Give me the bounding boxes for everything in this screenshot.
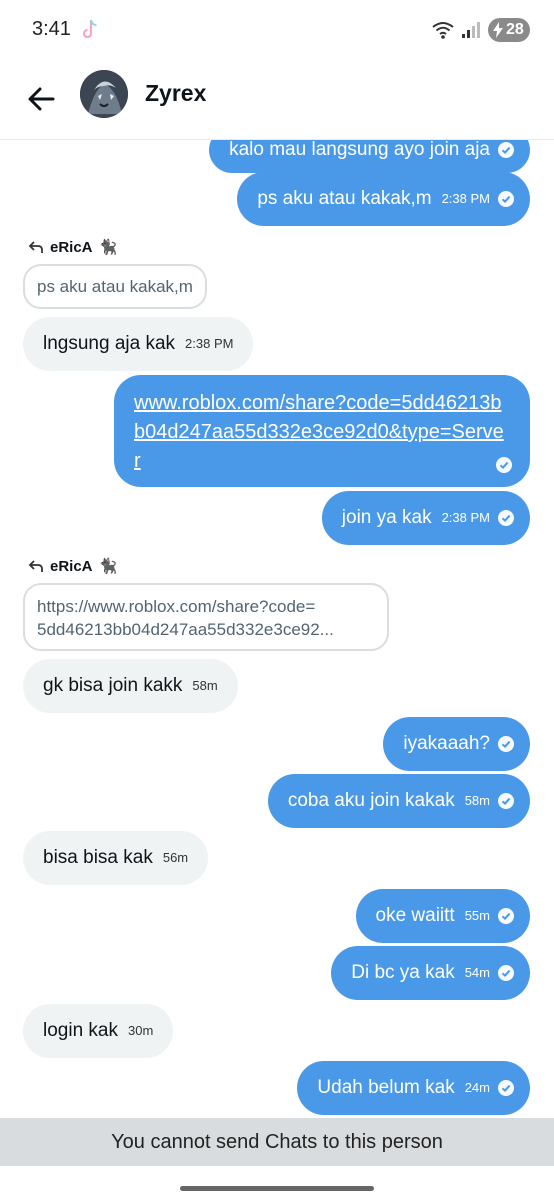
message-text: gk bisa join kakk xyxy=(43,675,183,696)
message-text: oke waiitt xyxy=(375,905,455,926)
quoted-text: 5dd46213bb04d247aa55d332e3ce92... xyxy=(37,620,334,639)
message-time: 2:38 PM xyxy=(441,191,490,206)
contact-name[interactable]: Zyrex xyxy=(145,80,206,107)
avatar[interactable] xyxy=(80,70,128,118)
message-sent[interactable]: iyakaaah? xyxy=(383,717,530,771)
check-icon xyxy=(498,965,514,981)
message-sent[interactable]: Di bc ya kak 54m xyxy=(331,946,530,1000)
message-text: Udah belum kak xyxy=(317,1077,455,1098)
message-time: 58m xyxy=(192,678,218,693)
message-sent[interactable]: ps aku atau kakak,m 2:38 PM xyxy=(237,172,530,226)
message-sent[interactable]: coba aku join kakak 58m xyxy=(267,774,530,828)
message-text: ps aku atau kakak,m xyxy=(257,188,432,209)
quoted-text: https://www.roblox.com/share?code= xyxy=(37,597,316,616)
status-icons: 28 xyxy=(432,18,530,42)
message-sent-link[interactable]: www.roblox.com/share?code=5dd46213bb04d2… xyxy=(114,375,530,487)
reply-label: eRicA 🐈‍⬛ xyxy=(28,238,117,256)
message-time: 55m xyxy=(464,908,490,923)
battery-indicator: 28 xyxy=(488,18,530,42)
message-link[interactable]: www.roblox.com/share?code=5dd46213bb04d2… xyxy=(134,389,504,476)
check-icon xyxy=(498,793,514,809)
check-icon xyxy=(496,457,512,473)
charging-icon xyxy=(493,22,503,38)
check-icon xyxy=(498,142,514,158)
message-text: coba aku join kakak xyxy=(287,790,455,811)
reply-icon xyxy=(28,241,43,253)
message-sent[interactable]: Udah belum kak 24m xyxy=(297,1061,530,1115)
cannot-send-text: You cannot send Chats to this person xyxy=(111,1130,443,1153)
reply-label: eRicA 🐈‍⬛ xyxy=(28,557,117,575)
quoted-message[interactable]: https://www.roblox.com/share?code= 5dd46… xyxy=(23,583,389,651)
message-received[interactable]: gk bisa join kakk 58m xyxy=(23,659,238,713)
message-time: 56m xyxy=(162,850,189,865)
message-text: login kak xyxy=(43,1020,118,1041)
chat-header: Zyrex xyxy=(0,62,554,140)
cat-emoji: 🐈‍⬛ xyxy=(98,239,118,256)
avatar-image xyxy=(80,70,128,118)
status-bar: 3:41 28 xyxy=(0,0,554,62)
message-received[interactable]: bisa bisa kak 56m xyxy=(23,831,209,885)
message-time: 2:38 PM xyxy=(185,336,234,351)
message-text: join ya kak xyxy=(341,507,432,528)
message-text: kalo mau langsung ayo join aja xyxy=(229,140,490,160)
message-received[interactable]: lngsung aja kak 2:38 PM xyxy=(23,317,254,371)
message-list[interactable]: kalo mau langsung ayo join aja ps aku at… xyxy=(0,140,554,1118)
message-text: Di bc ya kak xyxy=(351,962,455,983)
reply-author: eRicA xyxy=(50,238,93,256)
message-sent[interactable]: kalo mau langsung ayo join aja xyxy=(209,140,530,173)
message-text: bisa bisa kak xyxy=(43,847,153,868)
message-sent[interactable]: join ya kak 2:38 PM xyxy=(321,491,530,545)
check-icon xyxy=(498,191,514,207)
battery-level: 28 xyxy=(506,21,524,38)
message-time: 30m xyxy=(128,1023,154,1038)
message-time: 58m xyxy=(464,793,490,808)
back-button[interactable] xyxy=(24,82,58,116)
tiktok-icon xyxy=(82,19,97,39)
reply-author: eRicA xyxy=(50,557,93,575)
message-time: 54m xyxy=(464,965,490,980)
check-icon xyxy=(498,1080,514,1096)
message-text: lngsung aja kak xyxy=(43,333,176,354)
check-icon xyxy=(498,736,514,752)
status-time: 3:41 xyxy=(32,18,71,40)
reply-icon xyxy=(28,560,43,572)
message-sent[interactable]: oke waiitt 55m xyxy=(355,889,530,943)
signal-icon xyxy=(462,22,480,38)
check-icon xyxy=(498,510,514,526)
cat-emoji: 🐈‍⬛ xyxy=(98,558,118,575)
quoted-message[interactable]: ps aku atau kakak,m xyxy=(23,264,207,309)
home-indicator[interactable] xyxy=(180,1186,374,1191)
message-time: 2:38 PM xyxy=(441,510,490,525)
quoted-text: ps aku atau kakak,m xyxy=(37,277,193,296)
message-text: iyakaaah? xyxy=(403,733,490,754)
arrow-left-icon xyxy=(28,87,55,111)
check-icon xyxy=(498,908,514,924)
message-received[interactable]: login kak 30m xyxy=(23,1004,174,1058)
wifi-icon xyxy=(432,22,454,39)
cannot-send-banner: You cannot send Chats to this person xyxy=(0,1118,554,1166)
message-time: 24m xyxy=(464,1080,490,1095)
